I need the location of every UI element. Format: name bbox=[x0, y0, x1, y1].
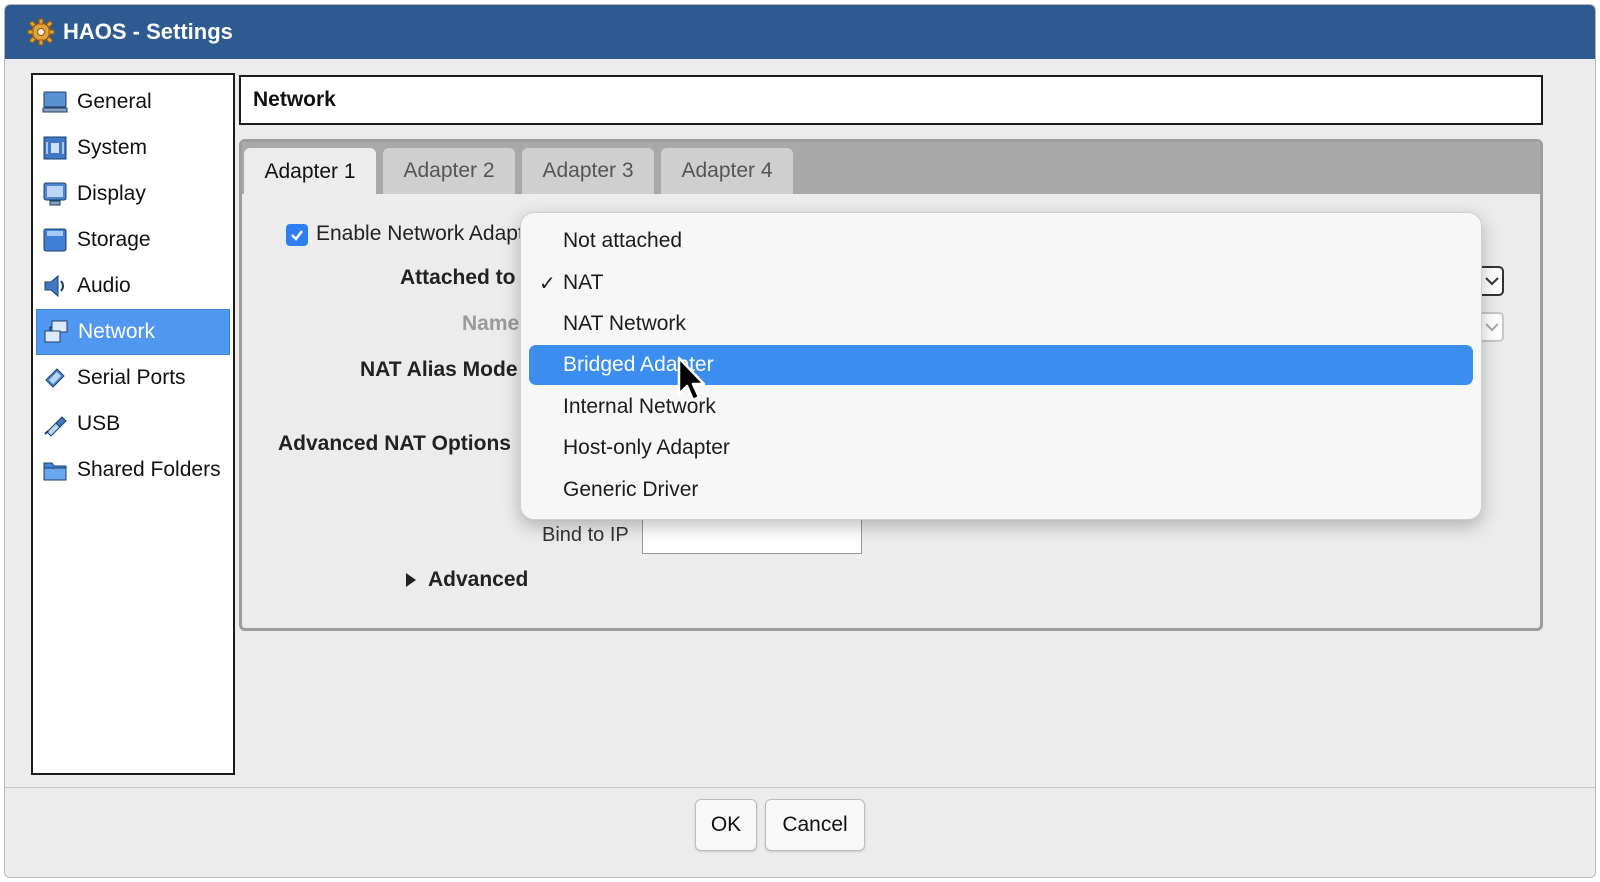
sidebar-item-general[interactable]: General bbox=[36, 79, 230, 125]
menu-item-label: NAT Network bbox=[563, 312, 686, 335]
tab-adapter-2[interactable]: Adapter 2 bbox=[383, 148, 515, 194]
menu-item-label: Generic Driver bbox=[563, 478, 699, 501]
serial-ports-icon bbox=[41, 364, 69, 392]
usb-icon bbox=[41, 410, 69, 438]
menu-item-nat-network[interactable]: NAT Network bbox=[529, 304, 1473, 344]
sidebar-item-label: General bbox=[77, 90, 152, 113]
audio-icon bbox=[41, 272, 69, 300]
mouse-cursor-icon bbox=[675, 356, 709, 404]
display-icon bbox=[41, 180, 69, 208]
sidebar-item-serial-ports[interactable]: Serial Ports bbox=[36, 355, 230, 401]
network-icon bbox=[42, 318, 70, 346]
menu-item-bridged-adapter[interactable]: Bridged Adapter bbox=[529, 345, 1473, 385]
menu-item-label: Not attached bbox=[563, 229, 683, 252]
window-title: HAOS - Settings bbox=[63, 19, 233, 44]
sidebar-item-label: Serial Ports bbox=[77, 366, 186, 389]
menu-item-label: NAT bbox=[563, 271, 604, 294]
tab-adapter-3[interactable]: Adapter 3 bbox=[522, 148, 654, 194]
settings-sidebar: General System Display Storage Audio Net… bbox=[31, 73, 235, 775]
system-icon bbox=[41, 134, 69, 162]
storage-icon bbox=[41, 226, 69, 254]
menu-item-internal-network[interactable]: Internal Network bbox=[529, 387, 1473, 427]
sidebar-item-network[interactable]: Network bbox=[36, 309, 230, 355]
menu-item-host-only-adapter[interactable]: Host-only Adapter bbox=[529, 428, 1473, 468]
sidebar-item-usb[interactable]: USB bbox=[36, 401, 230, 447]
sidebar-item-label: USB bbox=[77, 412, 121, 435]
chevron-down-icon bbox=[1485, 323, 1499, 332]
menu-item-not-attached[interactable]: Not attached bbox=[529, 221, 1473, 261]
name-select-edge bbox=[1482, 312, 1504, 342]
tab-bar: Adapter 1 Adapter 2 Adapter 3 Adapter 4 bbox=[242, 142, 1540, 195]
footer-divider bbox=[5, 787, 1595, 788]
advanced-nat-options-label: Advanced NAT Options bbox=[278, 432, 511, 455]
sidebar-item-audio[interactable]: Audio bbox=[36, 263, 230, 309]
ok-button[interactable]: OK bbox=[695, 799, 757, 851]
title-bar[interactable]: HAOS - Settings bbox=[5, 5, 1595, 59]
sidebar-item-storage[interactable]: Storage bbox=[36, 217, 230, 263]
tab-adapter-4[interactable]: Adapter 4 bbox=[661, 148, 793, 194]
nat-alias-mode-label: NAT Alias Mode bbox=[360, 358, 518, 381]
bind-to-ip-label: Bind to IP bbox=[542, 524, 629, 546]
enable-adapter-checkbox[interactable] bbox=[286, 224, 308, 246]
tab-adapter-1[interactable]: Adapter 1 bbox=[244, 148, 376, 195]
page-title: Network bbox=[253, 88, 336, 111]
gear-icon bbox=[27, 18, 55, 46]
attached-to-label: Attached to bbox=[400, 266, 516, 289]
sidebar-item-system[interactable]: System bbox=[36, 125, 230, 171]
sidebar-item-shared-folders[interactable]: Shared Folders bbox=[36, 447, 230, 493]
advanced-label: Advanced bbox=[428, 568, 529, 591]
checkmark-icon: ✓ bbox=[539, 273, 556, 295]
sidebar-item-label: Network bbox=[78, 320, 156, 343]
attached-to-dropdown-menu: Not attached ✓ NAT NAT Network Bridged A… bbox=[520, 212, 1482, 520]
enable-adapter-label: Enable Network Adapte bbox=[316, 222, 536, 245]
sidebar-item-label: Storage bbox=[77, 228, 151, 251]
cancel-button[interactable]: Cancel bbox=[765, 799, 865, 851]
name-label: Name bbox=[462, 312, 520, 335]
chevron-down-icon bbox=[1485, 277, 1499, 286]
sidebar-item-label: Display bbox=[77, 182, 146, 205]
bind-to-ip-input[interactable] bbox=[642, 518, 862, 554]
menu-item-generic-driver[interactable]: Generic Driver bbox=[529, 470, 1473, 510]
shared-folders-icon bbox=[41, 456, 69, 484]
menu-item-label: Host-only Adapter bbox=[563, 436, 730, 459]
sidebar-item-label: System bbox=[77, 136, 148, 159]
sidebar-item-label: Shared Folders bbox=[77, 458, 221, 481]
attached-to-select-edge[interactable] bbox=[1482, 266, 1504, 296]
sidebar-item-label: Audio bbox=[77, 274, 131, 297]
advanced-disclosure[interactable]: Advanced bbox=[406, 568, 528, 592]
disclosure-triangle-icon bbox=[406, 573, 416, 587]
menu-item-nat[interactable]: ✓ NAT bbox=[529, 263, 1473, 303]
section-title: Network bbox=[239, 75, 1543, 125]
checkmark-icon bbox=[291, 230, 303, 241]
sidebar-item-display[interactable]: Display bbox=[36, 171, 230, 217]
general-icon bbox=[41, 88, 69, 116]
